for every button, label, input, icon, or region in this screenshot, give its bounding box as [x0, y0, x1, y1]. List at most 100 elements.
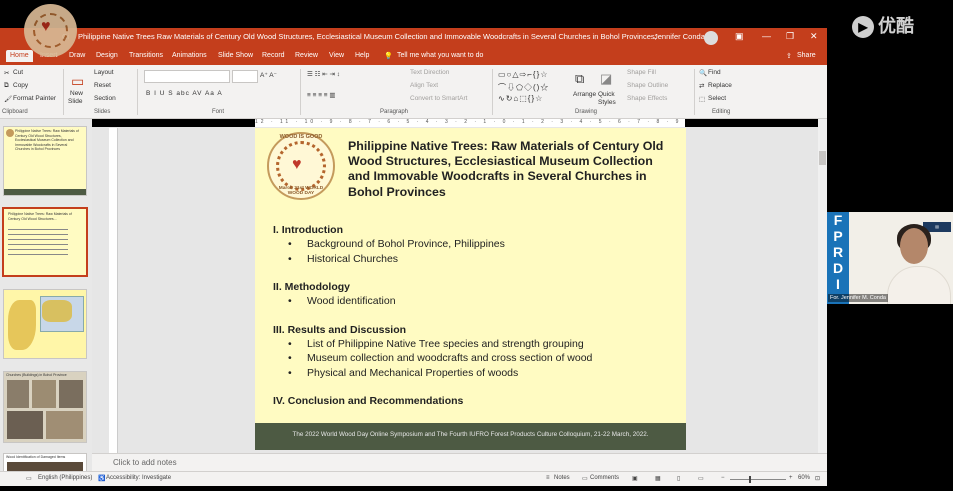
divider: [137, 69, 138, 115]
slide-thumbnail-5[interactable]: Wood Identification of Damaged Items: [3, 453, 87, 473]
new-slide-button-label2[interactable]: Slide: [68, 98, 82, 105]
zoom-in-icon[interactable]: +: [789, 475, 793, 481]
shape-outline-button[interactable]: Shape Outline: [627, 82, 668, 89]
arrange-button[interactable]: Arrange: [573, 91, 596, 98]
format-painter-icon[interactable]: 🖌: [4, 95, 12, 103]
accessibility-icon[interactable]: ♿: [98, 475, 105, 482]
tab-animations[interactable]: Animations: [172, 52, 207, 59]
avatar[interactable]: [704, 31, 718, 45]
notes-button[interactable]: Notes: [554, 475, 570, 481]
divider: [63, 69, 64, 115]
notes-pane[interactable]: Click to add notes: [92, 453, 827, 472]
spellcheck-icon[interactable]: ▭: [26, 475, 32, 482]
replace-icon[interactable]: ⇄: [699, 82, 704, 90]
font-name-dropdown[interactable]: [144, 70, 230, 83]
tab-view[interactable]: View: [329, 52, 344, 59]
zoom-out-icon[interactable]: −: [721, 475, 725, 481]
editing-group-label: Editing: [712, 109, 731, 115]
tab-draw[interactable]: Draw: [69, 52, 85, 59]
normal-view-icon[interactable]: ▣: [632, 475, 638, 482]
quick-styles-button[interactable]: Quick Styles: [598, 91, 618, 107]
text-direction-button[interactable]: Text Direction: [410, 69, 449, 76]
section-heading: I. Introduction: [273, 224, 343, 236]
section-button[interactable]: Section: [94, 95, 116, 102]
slide-sorter-icon[interactable]: ▦: [655, 475, 661, 482]
copy-button[interactable]: Copy: [13, 82, 28, 89]
shapes-gallery-row2[interactable]: ⌒⇩⬠◇()☆: [498, 82, 549, 93]
tab-review[interactable]: Review: [295, 52, 318, 59]
notes-icon[interactable]: ≡: [546, 475, 550, 481]
font-size-dropdown[interactable]: [232, 70, 258, 83]
align-text-button[interactable]: Align Text: [410, 82, 438, 89]
slide-thumbnail-3[interactable]: [3, 289, 87, 359]
divider: [300, 69, 301, 115]
grow-font-icon[interactable]: A⁺ A⁻: [260, 71, 277, 79]
new-slide-button[interactable]: New: [70, 90, 83, 97]
tab-transitions[interactable]: Transitions: [129, 52, 163, 59]
tab-help[interactable]: Help: [355, 52, 369, 59]
tab-design[interactable]: Design: [96, 52, 118, 59]
find-icon[interactable]: 🔍: [699, 69, 707, 77]
ribbon-display-icon[interactable]: ▣: [735, 31, 744, 42]
user-name[interactable]: Jennifer Conda: [654, 32, 705, 41]
presenter-face: [900, 228, 928, 264]
slide-title[interactable]: Philippine Native Trees: Raw Materials o…: [348, 139, 678, 200]
accessibility-status[interactable]: Accessibility: Investigate: [106, 475, 171, 481]
notes-placeholder[interactable]: Click to add notes: [113, 458, 177, 467]
select-icon[interactable]: ⬚: [699, 95, 705, 103]
align-icons[interactable]: ≡ ≡ ≡ ≡ ▥: [307, 91, 336, 99]
copy-icon[interactable]: ⧉: [4, 82, 9, 90]
language-status[interactable]: English (Philippines): [38, 475, 92, 481]
arrange-icon[interactable]: ⧉: [575, 71, 584, 87]
cut-button[interactable]: Cut: [13, 69, 23, 76]
convert-smartart-button[interactable]: Convert to SmartArt: [410, 95, 467, 102]
find-button[interactable]: Find: [708, 69, 721, 76]
slide-footer: The 2022 World Wood Day Online Symposium…: [255, 423, 686, 450]
zoom-slider[interactable]: [730, 479, 786, 480]
thumb-text: Philippine Native Trees: Raw Materials o…: [8, 212, 72, 221]
vertical-scrollbar[interactable]: [818, 119, 827, 470]
cut-icon[interactable]: ✂: [4, 69, 9, 77]
tab-slide-show[interactable]: Slide Show: [218, 52, 253, 59]
lightbulb-icon: 💡: [384, 53, 393, 60]
reset-button[interactable]: Reset: [94, 82, 111, 89]
shape-fill-button[interactable]: Shape Fill: [627, 69, 656, 76]
restore-icon[interactable]: ❐: [786, 31, 794, 42]
comments-icon[interactable]: ▭: [582, 475, 588, 482]
church-photo: [7, 380, 29, 408]
format-painter-button[interactable]: Format Painter: [13, 95, 56, 102]
select-button[interactable]: Select: [708, 95, 726, 102]
scrollbar-thumb[interactable]: [819, 151, 826, 165]
tell-me-search[interactable]: Tell me what you want to do: [397, 52, 483, 59]
slide-thumbnail-2[interactable]: 2 Philippine Native Trees: Raw Materials…: [2, 207, 88, 277]
slideshow-icon[interactable]: ▭: [698, 475, 704, 482]
replace-button[interactable]: Replace: [708, 82, 732, 89]
font-format-buttons[interactable]: B I U S abc AV Aa A: [146, 90, 223, 97]
shapes-gallery-row3[interactable]: ∿↻⌂⬚{}☆: [498, 94, 543, 103]
webcam-overlay: FPRDI ▤ For. Jennifer M. Conda: [827, 212, 953, 304]
slide-thumbnail-4[interactable]: Churches (Buildings) in Bohol Province: [3, 371, 87, 443]
slide-thumbnail-1[interactable]: Philippine Native Trees: Raw Materials o…: [3, 126, 87, 196]
presenter-body: [887, 266, 951, 304]
logo-ring: [33, 13, 68, 48]
comments-button[interactable]: Comments: [590, 475, 619, 481]
bullets-icon[interactable]: ☰ ☷ ⇤ ⇥ ↕: [307, 70, 340, 78]
shapes-gallery[interactable]: ▭○△⇨⌐{}☆: [498, 70, 548, 79]
zoom-slider-thumb[interactable]: [749, 476, 751, 483]
new-slide-icon[interactable]: ▭: [71, 73, 84, 90]
minimize-icon[interactable]: —: [762, 31, 771, 41]
slide[interactable]: WOOD IS GOOD ♥ March 21st WORLD WOOD DAY…: [255, 128, 686, 450]
window-title: Philippine Native Trees Raw Materials of…: [78, 32, 658, 41]
fit-slide-icon[interactable]: ⊡: [815, 475, 820, 482]
reading-view-icon[interactable]: ▯: [677, 475, 680, 482]
tab-home[interactable]: Home: [6, 50, 33, 62]
tab-record[interactable]: Record: [262, 52, 285, 59]
quick-styles-icon[interactable]: ◪: [600, 71, 612, 87]
heart-icon: ♥: [292, 156, 302, 173]
shape-effects-button[interactable]: Shape Effects: [627, 95, 667, 102]
share-icon[interactable]: ⇪: [786, 52, 792, 60]
share-button[interactable]: Share: [797, 52, 816, 59]
layout-button[interactable]: Layout: [94, 69, 114, 76]
close-icon[interactable]: ✕: [810, 31, 818, 42]
zoom-level[interactable]: 60%: [798, 475, 810, 481]
